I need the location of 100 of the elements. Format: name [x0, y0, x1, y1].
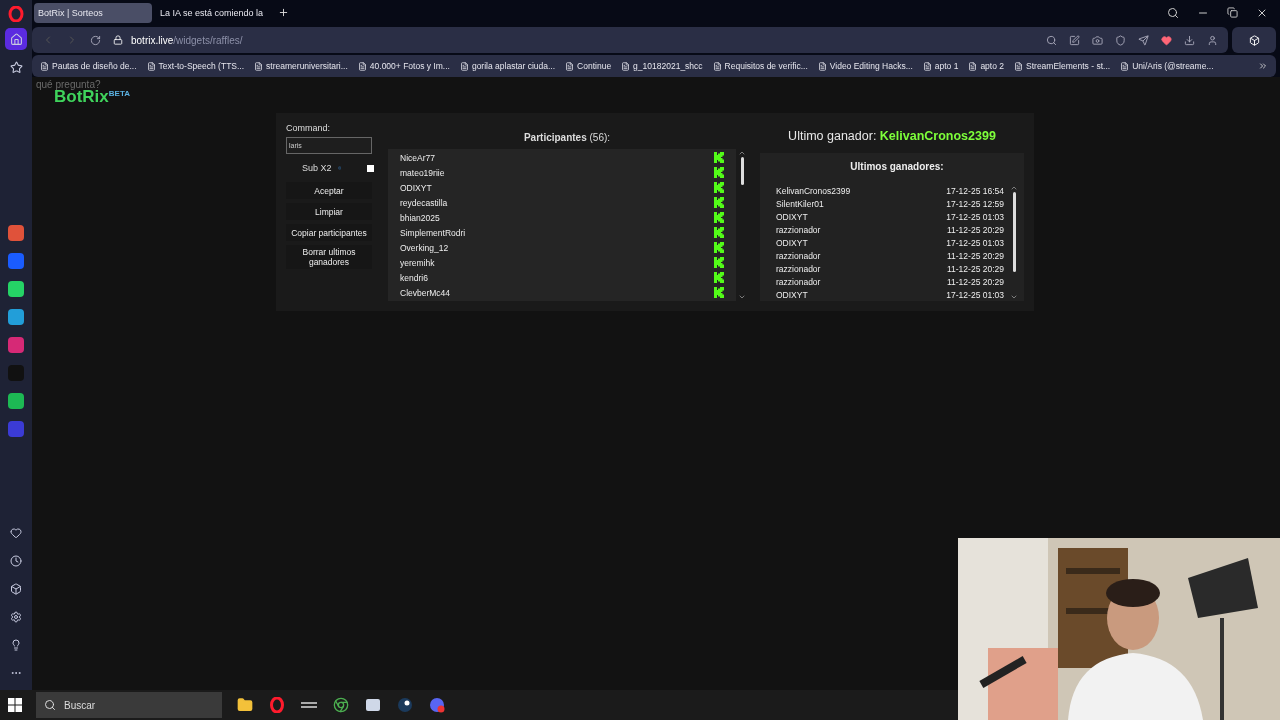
- info-icon: [337, 164, 341, 172]
- page-icon: [1014, 61, 1024, 71]
- bookmark-item[interactable]: gorila aplastar ciuda...: [459, 61, 556, 71]
- new-tab-icon[interactable]: [278, 7, 289, 18]
- participant-name: ODIXYT: [400, 182, 432, 193]
- browser-tab[interactable]: BotRix | Sorteos: [34, 2, 152, 23]
- heart-icon[interactable]: [10, 527, 22, 539]
- participants-title: Participantes (56):: [523, 130, 611, 145]
- page-icon: [459, 61, 469, 71]
- participant-name: mateo19riie: [400, 167, 445, 178]
- bookmark-item[interactable]: Continue: [565, 61, 612, 71]
- page-icon: [357, 61, 367, 71]
- kick-logo-icon: [714, 287, 724, 298]
- action-button[interactable]: Limpiar: [286, 203, 372, 220]
- page-icon: [712, 61, 722, 71]
- restore-icon[interactable]: [1227, 6, 1238, 18]
- app-shortcut-icon[interactable]: [8, 337, 24, 353]
- download-icon[interactable]: [1184, 34, 1195, 46]
- kick-logo-icon: [714, 257, 724, 268]
- bookmark-item[interactable]: Text-to-Speech (TTS...: [146, 61, 245, 71]
- sub-checkbox[interactable]: [367, 164, 374, 172]
- history-icon[interactable]: [10, 555, 22, 567]
- winner-time: 17-12-25 01:03: [946, 237, 1004, 248]
- app-shortcut-icon[interactable]: [8, 309, 24, 325]
- winner-name: ODIXYT: [776, 237, 808, 248]
- app-shortcut-icon[interactable]: [8, 225, 24, 241]
- bookmark-item[interactable]: Video Editing Hacks...: [817, 61, 913, 71]
- star-icon[interactable]: [9, 60, 23, 74]
- reload-icon[interactable]: [90, 34, 101, 46]
- kick-logo-icon: [714, 212, 724, 223]
- bookmark-item[interactable]: StreamElements - st...: [1014, 61, 1111, 71]
- app-shortcut-icon[interactable]: [8, 281, 24, 297]
- winner-time: 11-12-25 20:29: [946, 250, 1004, 261]
- bookmark-item[interactable]: Requisitos de verific...: [712, 61, 808, 71]
- edit-icon[interactable]: [1069, 34, 1080, 46]
- windows-start-icon[interactable]: [8, 698, 22, 712]
- app-shortcut-icon[interactable]: [8, 393, 24, 409]
- kick-logo-icon: [714, 152, 724, 163]
- scroll-up-icon[interactable]: [1010, 184, 1018, 192]
- participant-name: Overking_12: [400, 242, 449, 253]
- kick-logo-icon: [714, 227, 724, 238]
- taskbar-search-field[interactable]: Buscar: [36, 692, 222, 718]
- app-icon[interactable]: [364, 696, 382, 714]
- page-icon: [922, 61, 932, 71]
- lightbulb-icon[interactable]: [10, 639, 22, 651]
- participant-name: NiceAr77: [400, 152, 435, 163]
- folder-icon[interactable]: [236, 696, 254, 714]
- cube-icon[interactable]: [10, 583, 22, 595]
- scrollbar-thumb[interactable]: [1012, 192, 1016, 272]
- action-button[interactable]: Copiar participantes: [286, 224, 372, 241]
- search-icon[interactable]: [1167, 6, 1179, 19]
- bookmark-item[interactable]: g_10182021_shcc: [621, 61, 703, 71]
- winner-name: razzionador: [776, 263, 821, 274]
- bookmark-item[interactable]: Uni/Aris (@streame...: [1120, 61, 1214, 71]
- winner-name: ODIXYT: [776, 211, 808, 222]
- scrollbar-thumb[interactable]: [740, 157, 744, 185]
- opera-icon[interactable]: [268, 696, 286, 714]
- participant-name: reydecastilla: [400, 197, 448, 208]
- kick-logo-icon: [714, 182, 724, 193]
- browser-tab[interactable]: La IA se está comiendo la: [156, 2, 274, 23]
- bookmark-item[interactable]: Pautas de diseño de...: [40, 61, 137, 71]
- action-button[interactable]: Aceptar: [286, 182, 372, 199]
- chrome-icon[interactable]: [332, 696, 350, 714]
- winner-time: 17-12-25 16:54: [946, 185, 1004, 196]
- kick-logo-icon: [714, 197, 724, 208]
- settings-icon[interactable]: [10, 611, 22, 623]
- shield-icon[interactable]: [1115, 34, 1126, 46]
- participant-name: ClevberMc44: [400, 287, 451, 298]
- scroll-down-icon[interactable]: [738, 293, 746, 301]
- bookmark-item[interactable]: apto 2: [968, 61, 1005, 71]
- winner-name: razzionador: [776, 224, 821, 235]
- opera-logo-icon: [8, 6, 24, 22]
- more-bookmarks-icon[interactable]: [1258, 61, 1268, 71]
- scroll-up-icon[interactable]: [738, 149, 746, 157]
- kick-logo-icon: [714, 167, 724, 178]
- winners-title: Ultimos ganadores:: [849, 160, 945, 174]
- page-icon: [968, 61, 978, 71]
- heart-icon[interactable]: [1161, 34, 1172, 46]
- user-icon[interactable]: [1207, 34, 1218, 46]
- participant-name: SimplementRodri: [400, 227, 466, 238]
- bookmark-item[interactable]: apto 1: [922, 61, 959, 71]
- steam-icon[interactable]: [396, 696, 414, 714]
- kick-logo-icon: [714, 242, 724, 253]
- winner-time: 11-12-25 20:29: [946, 276, 1004, 287]
- winner-time: 17-12-25 12:59: [946, 198, 1004, 209]
- bookmark-item[interactable]: streameruniversitari...: [254, 61, 348, 71]
- camera-icon[interactable]: [1092, 34, 1103, 46]
- action-button[interactable]: Borrar ultimos ganadores: [286, 245, 372, 269]
- extension-icon[interactable]: [1248, 34, 1260, 46]
- search-icon[interactable]: [1046, 34, 1057, 46]
- beta-label: BETA: [108, 89, 130, 98]
- lock-icon: [113, 35, 123, 45]
- page-icon: [817, 61, 827, 71]
- url-text[interactable]: botrix.live/widgets/raffles/: [131, 34, 243, 46]
- send-icon[interactable]: [1138, 34, 1149, 46]
- kick-logo-icon: [714, 272, 724, 283]
- winner-name: razzionador: [776, 250, 821, 261]
- bookmark-item[interactable]: 40.000+ Fotos y Im...: [357, 61, 450, 71]
- search-icon: [44, 699, 56, 711]
- scroll-down-icon[interactable]: [1010, 293, 1018, 301]
